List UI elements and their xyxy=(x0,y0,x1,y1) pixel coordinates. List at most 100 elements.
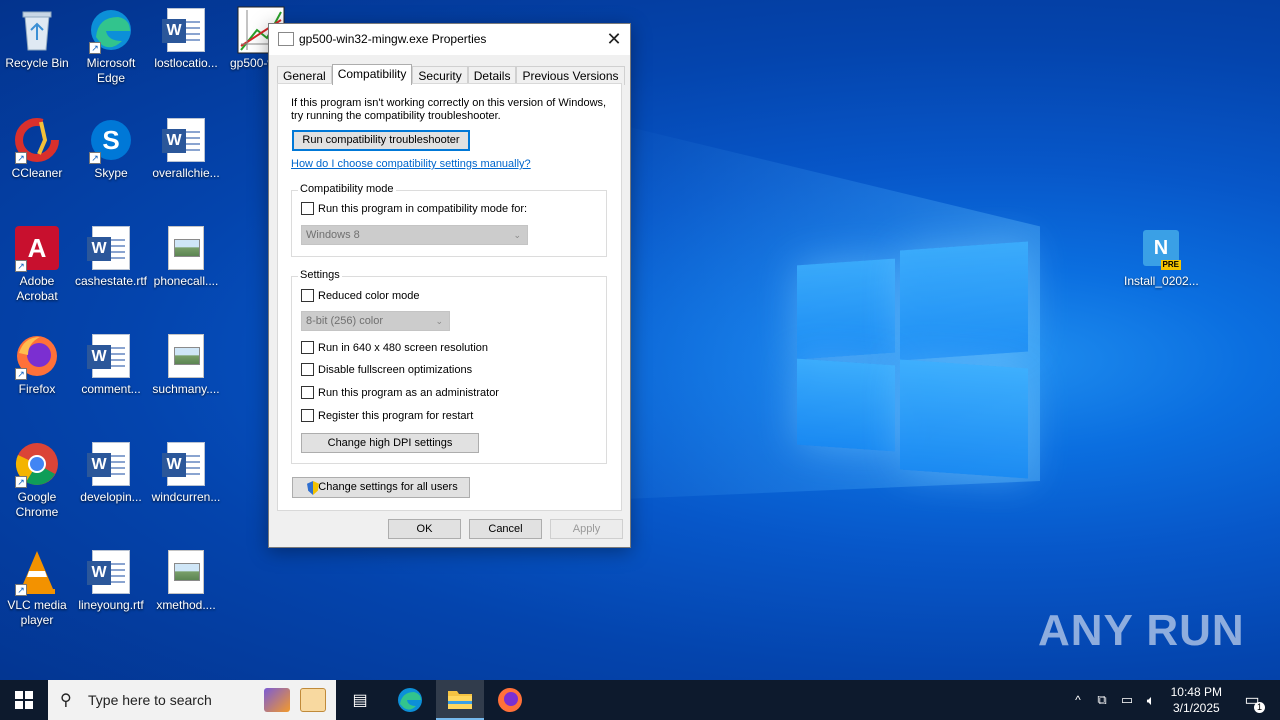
desktop-icon-label: Install_0202... xyxy=(1124,274,1199,288)
desktop-icon-phonecall[interactable]: phonecall.... xyxy=(149,224,223,289)
shortcut-arrow-icon: ↗ xyxy=(89,152,101,164)
run-as-admin-checkbox[interactable]: Run this program as an administrator xyxy=(301,386,499,399)
search-icon: ⚲ xyxy=(60,692,72,709)
compat-mode-checkbox[interactable]: Run this program in compatibility mode f… xyxy=(301,202,527,215)
ok-button[interactable]: OK xyxy=(388,519,461,539)
meet-now-icon[interactable]: ⧉ xyxy=(1092,680,1112,720)
skype-icon: S ↗ xyxy=(87,116,135,164)
desktop-icon-lineyoung[interactable]: W lineyoung.rtf xyxy=(74,548,148,613)
desktop-icon-label: Recycle Bin xyxy=(5,56,69,70)
checkbox-box[interactable] xyxy=(301,386,314,399)
desktop-icon-windcurren[interactable]: W windcurren... xyxy=(149,440,223,505)
disable-fullscreen-checkbox[interactable]: Disable fullscreen optimizations xyxy=(301,363,472,376)
desktop-icon-google-chrome[interactable]: ↗ Google Chrome xyxy=(0,440,74,520)
checkbox-box[interactable] xyxy=(301,341,314,354)
chevron-down-icon: ⌄ xyxy=(435,316,443,326)
desktop-icon-skype[interactable]: S ↗ Skype xyxy=(74,116,148,181)
installer-package-icon: N PRE xyxy=(1137,224,1185,272)
properties-dialog: gp500-win32-mingw.exe Properties ✕ Gener… xyxy=(268,23,631,548)
desktop-icon-label: cashestate.rtf xyxy=(74,274,148,288)
recycle-bin-icon xyxy=(13,6,61,54)
taskbar-firefox[interactable] xyxy=(486,680,534,720)
change-all-users-button[interactable]: Change settings for all users xyxy=(292,477,470,498)
res-640-checkbox[interactable]: Run in 640 x 480 screen resolution xyxy=(301,341,488,354)
taskbar-clock[interactable]: 10:48 PM 3/1/2025 xyxy=(1171,684,1222,716)
image-file-icon xyxy=(162,548,210,596)
desktop-icon-lostlocatio[interactable]: W lostlocatio... xyxy=(149,6,223,71)
taskbar-file-explorer[interactable] xyxy=(436,680,484,720)
notification-center-button[interactable]: ▭ 1 xyxy=(1232,680,1272,720)
desktop-icon-firefox[interactable]: ↗ Firefox xyxy=(0,332,74,397)
desktop-icon-overallchie[interactable]: W overallchie... xyxy=(149,116,223,181)
anyrun-watermark: ANY RUN xyxy=(1038,606,1245,655)
desktop-icon-label: windcurren... xyxy=(151,490,221,504)
close-icon[interactable]: ✕ xyxy=(598,24,630,55)
word-document-icon: W xyxy=(87,332,135,380)
group-legend: Settings xyxy=(298,269,342,281)
checkbox-box[interactable] xyxy=(301,409,314,422)
desktop-icon-adobe-acrobat[interactable]: A ↗ Adobe Acrobat xyxy=(0,224,74,304)
show-hidden-icons-chevron[interactable]: ^ xyxy=(1068,680,1088,720)
dialog-title: gp500-win32-mingw.exe Properties xyxy=(299,32,487,46)
color-depth-select[interactable]: 8-bit (256) color ⌄ xyxy=(301,311,450,331)
register-restart-checkbox[interactable]: Register this program for restart xyxy=(301,409,473,422)
start-button[interactable] xyxy=(0,680,48,720)
desktop-icon-label: phonecall.... xyxy=(153,274,219,288)
search-highlight-icon xyxy=(300,688,326,712)
notification-count: 1 xyxy=(1254,702,1265,713)
word-document-icon: W xyxy=(87,440,135,488)
apply-button[interactable]: Apply xyxy=(550,519,623,539)
desktop-icon-developin[interactable]: W developin... xyxy=(74,440,148,505)
checkbox-label: Run this program as an administrator xyxy=(318,386,499,399)
shortcut-arrow-icon: ↗ xyxy=(15,584,27,596)
desktop-icon-vlc[interactable]: ↗ VLC media player xyxy=(0,548,74,628)
wallpaper-logo-pane xyxy=(797,358,895,452)
checkbox-label: Disable fullscreen optimizations xyxy=(318,363,473,376)
image-file-icon xyxy=(162,224,210,272)
compatibility-mode-group: Compatibility mode Run this program in c… xyxy=(291,183,607,257)
desktop-icon-label: Adobe Acrobat xyxy=(16,274,58,303)
checkbox-label: Register this program for restart xyxy=(318,409,474,422)
checkbox-box[interactable] xyxy=(301,363,314,376)
wallpaper-logo-pane xyxy=(900,359,1028,479)
reduced-color-checkbox[interactable]: Reduced color mode xyxy=(301,289,420,302)
cancel-button[interactable]: Cancel xyxy=(469,519,542,539)
change-dpi-button[interactable]: Change high DPI settings xyxy=(301,433,479,453)
word-document-icon: W xyxy=(162,116,210,164)
select-value: Windows 8 xyxy=(306,229,360,241)
ccleaner-icon: ↗ xyxy=(13,116,61,164)
clock-time: 10:48 PM xyxy=(1170,685,1222,699)
compatibility-panel: If this program isn't working correctly … xyxy=(277,83,622,511)
desktop-icon-xmethod[interactable]: xmethod.... xyxy=(149,548,223,613)
desktop-icon-suchmany[interactable]: suchmany.... xyxy=(149,332,223,397)
desktop-icon-microsoft-edge[interactable]: ↗ Microsoft Edge xyxy=(74,6,148,86)
folder-icon xyxy=(448,691,472,709)
vlc-icon: ↗ xyxy=(13,548,61,596)
desktop-icon-recycle-bin[interactable]: Recycle Bin xyxy=(0,6,74,71)
compat-os-select[interactable]: Windows 8 ⌄ xyxy=(301,225,528,245)
desktop-icon-comment[interactable]: W comment... xyxy=(74,332,148,397)
select-value: 8-bit (256) color xyxy=(306,315,384,327)
desktop-icon-cashestate[interactable]: W cashestate.rtf xyxy=(74,224,148,289)
tab-compatibility[interactable]: Compatibility xyxy=(331,64,413,85)
shortcut-arrow-icon: ↗ xyxy=(89,42,101,54)
manual-settings-link[interactable]: How do I choose compatibility settings m… xyxy=(291,158,531,170)
task-view-button[interactable]: ▤ xyxy=(336,680,384,720)
checkbox-box[interactable] xyxy=(301,202,314,215)
run-troubleshooter-button[interactable]: Run compatibility troubleshooter xyxy=(292,130,470,151)
desktop-icon-label: xmethod.... xyxy=(156,598,216,612)
taskbar-edge[interactable] xyxy=(386,680,434,720)
edge-icon: ↗ xyxy=(87,6,135,54)
word-document-icon: W xyxy=(162,6,210,54)
taskbar-search-box[interactable]: ⚲ Type here to search xyxy=(48,680,336,720)
intro-text: If this program isn't working correctly … xyxy=(291,97,607,122)
checkbox-label: Run in 640 x 480 screen resolution xyxy=(318,341,488,354)
volume-icon[interactable]: 🔈︎ xyxy=(1140,680,1162,720)
firefox-icon: ↗ xyxy=(13,332,61,380)
dialog-titlebar[interactable]: gp500-win32-mingw.exe Properties ✕ xyxy=(269,24,630,55)
desktop-icon-install[interactable]: N PRE Install_0202... xyxy=(1124,224,1199,289)
checkbox-box[interactable] xyxy=(301,289,314,302)
desktop-icon-ccleaner[interactable]: ↗ CCleaner xyxy=(0,116,74,181)
network-icon[interactable]: ▭ xyxy=(1116,680,1138,720)
checkbox-label: Run this program in compatibility mode f… xyxy=(318,202,528,215)
